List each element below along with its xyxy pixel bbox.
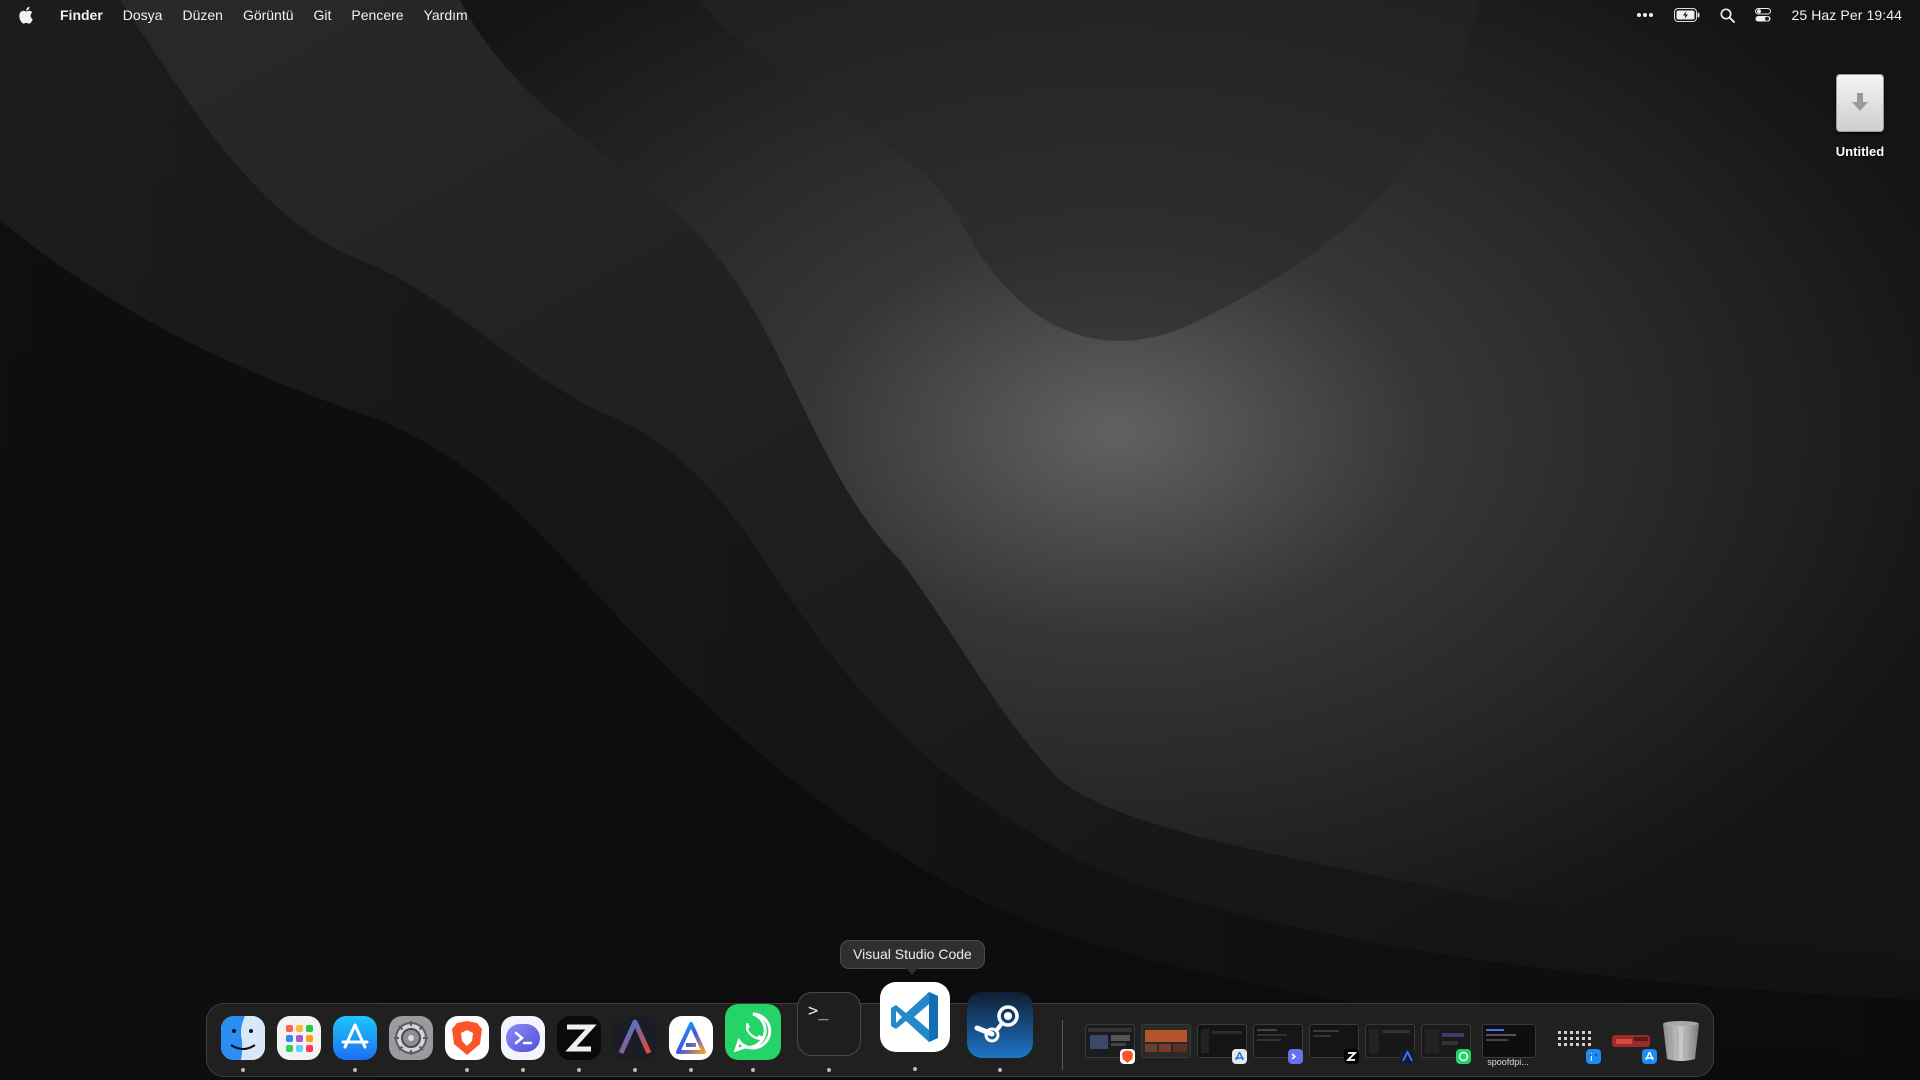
external-drive-icon[interactable] [1836, 74, 1884, 132]
dock-vscode[interactable] [880, 982, 950, 1076]
minimized-window-whatsapp[interactable] [1421, 1024, 1471, 1064]
minimized-window-browser[interactable] [1141, 1024, 1191, 1060]
minimized-window-arc[interactable] [1365, 1024, 1415, 1064]
running-indicator [827, 1068, 831, 1072]
app-store-badge-icon [1232, 1049, 1247, 1064]
zed-badge-icon [1344, 1049, 1359, 1064]
minimized-window-prompt[interactable] [1253, 1024, 1303, 1064]
drive-label: Untitled [1835, 144, 1885, 159]
dock-arc[interactable] [613, 1016, 657, 1076]
running-indicator [751, 1068, 755, 1072]
dock-tooltip: Visual Studio Code [840, 940, 985, 975]
arc-badge-icon [1400, 1049, 1415, 1064]
search-icon[interactable] [1720, 7, 1736, 23]
dock-launchpad[interactable] [277, 1016, 321, 1076]
running-indicator [913, 1067, 917, 1071]
dock-zed[interactable] [557, 1016, 601, 1076]
menu-bar-clock[interactable]: 25 Haz Per 19:44 [1791, 7, 1902, 23]
running-indicator [577, 1068, 581, 1072]
running-indicator [689, 1068, 693, 1072]
dock-steam[interactable] [967, 992, 1033, 1076]
minimized-window-brave[interactable] [1085, 1024, 1135, 1064]
menu-git[interactable]: Git [304, 0, 342, 30]
app-store-icon[interactable] [333, 1016, 377, 1060]
running-indicator [998, 1068, 1002, 1072]
prompt-icon[interactable] [501, 1016, 545, 1060]
whatsapp-icon[interactable] [725, 1004, 781, 1060]
terminal-icon[interactable]: >_ [797, 992, 861, 1056]
dock-whatsapp[interactable] [725, 1004, 781, 1076]
menu-dosya[interactable]: Dosya [113, 0, 173, 30]
dock-brave[interactable] [445, 1016, 489, 1076]
whatsapp-badge-icon [1456, 1049, 1471, 1064]
vscode-icon[interactable] [880, 982, 950, 1052]
control-center-icon[interactable] [1755, 8, 1772, 22]
arc-icon[interactable] [613, 1016, 657, 1060]
minimized-window-launchpad[interactable] [1551, 1024, 1601, 1064]
finder-badge-icon [1586, 1049, 1601, 1064]
terminal-prompt-glyph: >_ [808, 1001, 829, 1021]
zed-icon[interactable] [557, 1016, 601, 1060]
menu-duzen[interactable]: Düzen [172, 0, 232, 30]
minimized-window-caption: spoofdpi... [1487, 1057, 1529, 1067]
dock-altstore[interactable] [669, 1016, 713, 1076]
dock-app-store[interactable] [333, 1016, 377, 1076]
steam-icon[interactable] [967, 992, 1033, 1058]
minimized-window-app-store[interactable] [1197, 1024, 1247, 1064]
wallpaper [0, 0, 1920, 1080]
app-store-badge-icon-2 [1642, 1049, 1657, 1064]
trash-icon[interactable] [1659, 1018, 1703, 1062]
minimized-window-app-store-2[interactable] [1607, 1024, 1657, 1064]
launchpad-icon[interactable] [277, 1016, 321, 1060]
desktop: Finder Dosya Düzen Görüntü Git Pencere Y… [0, 0, 1920, 1080]
menu-pencere[interactable]: Pencere [341, 0, 413, 30]
system-settings-icon[interactable] [389, 1016, 433, 1060]
running-indicator [465, 1068, 469, 1072]
menu-bar: Finder Dosya Düzen Görüntü Git Pencere Y… [0, 0, 1920, 30]
dock-terminal[interactable]: >_ [797, 992, 861, 1076]
prompt-badge-icon [1288, 1049, 1303, 1064]
running-indicator [633, 1068, 637, 1072]
minimized-window-zed[interactable] [1309, 1024, 1359, 1064]
browser-window-icon[interactable] [1141, 1024, 1191, 1058]
dock-trash[interactable] [1659, 1018, 1703, 1062]
menu-goruntu[interactable]: Görüntü [233, 0, 304, 30]
brave-badge-icon [1120, 1049, 1135, 1064]
more-icon[interactable] [1636, 12, 1654, 18]
running-indicator [241, 1068, 245, 1072]
running-indicator [521, 1068, 525, 1072]
altstore-icon[interactable] [669, 1016, 713, 1060]
brave-icon[interactable] [445, 1016, 489, 1060]
finder-icon[interactable] [221, 1016, 265, 1060]
minimized-window-terminal[interactable]: spoofdpi... [1482, 1024, 1536, 1067]
apple-icon[interactable] [18, 5, 36, 25]
dock-system-settings[interactable] [389, 1016, 433, 1076]
menu-app-name[interactable]: Finder [50, 0, 113, 30]
battery-icon[interactable] [1674, 8, 1700, 22]
dock-finder[interactable] [221, 1016, 265, 1076]
running-indicator [353, 1068, 357, 1072]
desktop-drive[interactable]: Untitled [1820, 74, 1900, 159]
dock: >_ spoofdpi... [206, 982, 1714, 1077]
dock-prompt[interactable] [501, 1016, 545, 1076]
dock-separator [1062, 1020, 1063, 1070]
terminal-window-icon[interactable] [1482, 1024, 1536, 1058]
menu-yardim[interactable]: Yardım [414, 0, 478, 30]
